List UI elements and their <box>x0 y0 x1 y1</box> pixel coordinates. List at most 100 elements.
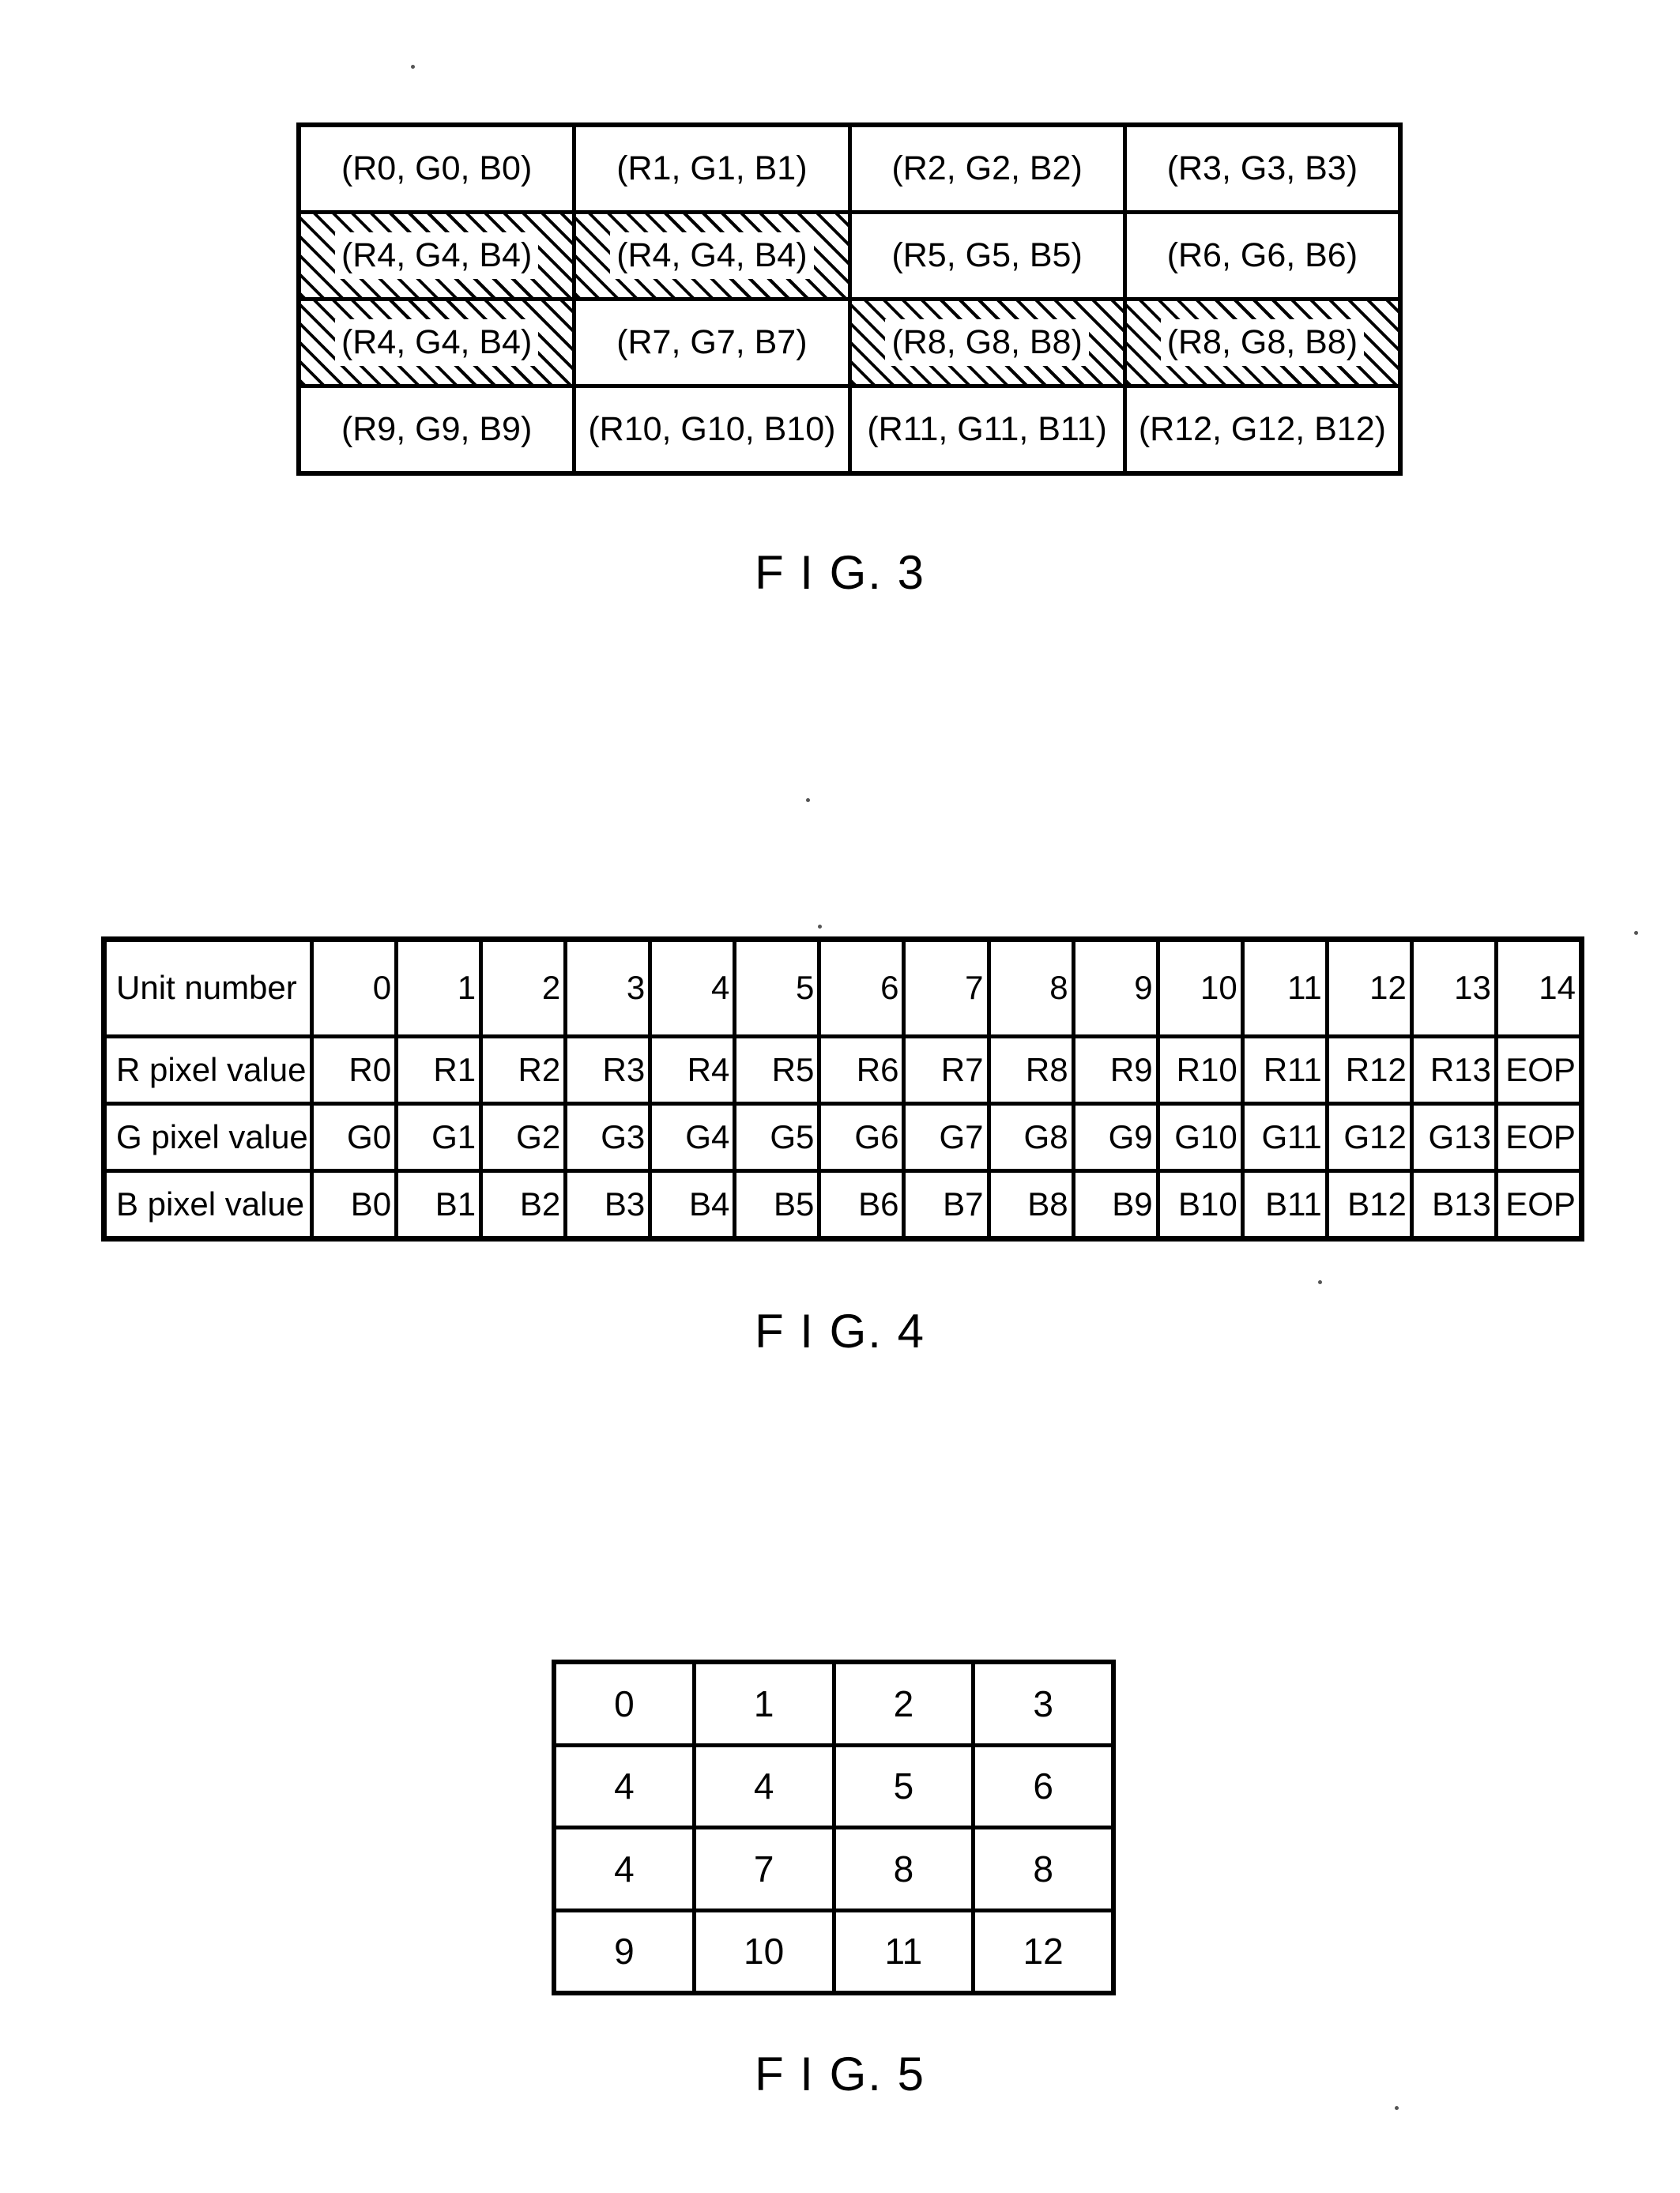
cell-text: (R4, G4, B4) <box>337 322 537 364</box>
grid-cell: (R1, G1, B1) <box>576 127 852 210</box>
table-cell: EOP <box>1505 1117 1576 1155</box>
table-cell: G6 <box>821 1105 906 1169</box>
table-cell: R4 <box>652 1038 737 1102</box>
table-cell: 10 <box>1160 942 1245 1034</box>
grid-cell: 8 <box>836 1829 976 1909</box>
scan-speck <box>1318 1280 1322 1284</box>
scan-speck <box>1395 2106 1399 2110</box>
row-label: G pixel value <box>107 1105 314 1169</box>
cell-text: (R5, G5, B5) <box>891 236 1083 274</box>
table-row-b-pixel-value: B pixel value B0 B1 B2 B3 B4 B5 B6 B7 B8… <box>107 1172 1579 1236</box>
grid-cell: (R12, G12, B12) <box>1126 388 1398 471</box>
row-label: B pixel value <box>107 1172 314 1236</box>
fig5-index-grid-table: 0 1 2 3 4 4 5 6 4 7 8 8 9 10 11 12 <box>552 1660 1116 1995</box>
table-cell: B5 <box>736 1172 822 1236</box>
grid-cell-hatched: (R8, G8, B8) <box>851 301 1127 384</box>
grid-cell: (R11, G11, B11) <box>851 388 1127 471</box>
cell-text: (R4, G4, B4) <box>337 235 537 277</box>
table-cell: B0 <box>314 1172 399 1236</box>
table-cell: 12 <box>1329 942 1414 1034</box>
table-row: (R9, G9, B9) (R10, G10, B10) (R11, G11, … <box>301 388 1398 471</box>
fig3-pixel-block-table: (R0, G0, B0) (R1, G1, B1) (R2, G2, B2) (… <box>296 122 1403 476</box>
grid-cell-hatched: (R4, G4, B4) <box>301 214 577 297</box>
table-cell: 14 <box>1539 969 1576 1007</box>
table-cell: R10 <box>1160 1038 1245 1102</box>
grid-cell: 7 <box>696 1829 836 1909</box>
grid-cell: (R6, G6, B6) <box>1126 214 1398 297</box>
table-cell: 11 <box>1245 942 1329 1034</box>
table-cell: G0 <box>314 1105 399 1169</box>
table-cell: G13 <box>1414 1105 1498 1169</box>
scan-speck <box>818 925 822 929</box>
grid-cell: (R10, G10, B10) <box>576 388 852 471</box>
table-cell: G12 <box>1329 1105 1414 1169</box>
table-cell: B12 <box>1329 1172 1414 1236</box>
grid-cell: (R7, G7, B7) <box>576 301 852 384</box>
grid-cell: 4 <box>696 1746 836 1826</box>
table-row: (R4, G4, B4) (R7, G7, B7) (R8, G8, B8) (… <box>301 301 1398 388</box>
table-cell: 4 <box>652 942 737 1034</box>
cell-text: (R12, G12, B12) <box>1138 410 1386 448</box>
cell-text: (R6, G6, B6) <box>1166 236 1358 274</box>
grid-cell: 12 <box>1023 1931 1064 1973</box>
table-cell: G4 <box>652 1105 737 1169</box>
table-cell: 13 <box>1414 942 1498 1034</box>
table-cell: G1 <box>398 1105 484 1169</box>
table-row: 4 7 8 8 <box>556 1829 1111 1912</box>
cell-text: (R10, G10, B10) <box>588 410 836 448</box>
fig4-unit-value-table: Unit number 0 1 2 3 4 5 6 7 8 9 10 11 12… <box>101 936 1584 1242</box>
cell-text: (R9, G9, B9) <box>341 410 533 448</box>
table-cell: B11 <box>1245 1172 1329 1236</box>
grid-cell: (R5, G5, B5) <box>851 214 1127 297</box>
table-cell: B2 <box>483 1172 568 1236</box>
table-cell: B7 <box>906 1172 991 1236</box>
table-row-g-pixel-value: G pixel value G0 G1 G2 G3 G4 G5 G6 G7 G8… <box>107 1105 1579 1173</box>
cell-text: (R4, G4, B4) <box>612 235 812 277</box>
table-row-unit-number: Unit number 0 1 2 3 4 5 6 7 8 9 10 11 12… <box>107 942 1579 1038</box>
table-cell: R0 <box>314 1038 399 1102</box>
grid-cell-hatched: (R4, G4, B4) <box>301 301 577 384</box>
grid-cell: (R2, G2, B2) <box>851 127 1127 210</box>
grid-cell: 3 <box>1033 1682 1053 1724</box>
table-row: (R0, G0, B0) (R1, G1, B1) (R2, G2, B2) (… <box>301 127 1398 214</box>
grid-cell: (R0, G0, B0) <box>301 127 577 210</box>
fig3-caption: F I G. 3 <box>754 546 926 599</box>
patent-figure-page: (R0, G0, B0) (R1, G1, B1) (R2, G2, B2) (… <box>0 0 1680 2193</box>
table-row: 0 1 2 3 <box>556 1664 1111 1747</box>
grid-cell: 0 <box>556 1664 696 1743</box>
cell-text: (R8, G8, B8) <box>1162 322 1362 364</box>
table-cell: R13 <box>1414 1038 1498 1102</box>
table-cell: R2 <box>483 1038 568 1102</box>
table-cell: 7 <box>906 942 991 1034</box>
cell-text: (R7, G7, B7) <box>616 323 808 361</box>
table-cell: R7 <box>906 1038 991 1102</box>
grid-cell: 10 <box>696 1912 836 1991</box>
table-cell: R11 <box>1245 1038 1329 1102</box>
table-cell: EOP <box>1505 1050 1576 1088</box>
grid-cell: 9 <box>556 1912 696 1991</box>
table-cell: 8 <box>991 942 1075 1034</box>
cell-text: (R8, G8, B8) <box>887 322 1087 364</box>
table-cell: 2 <box>483 942 568 1034</box>
grid-cell: 4 <box>556 1829 696 1909</box>
table-cell: G5 <box>736 1105 822 1169</box>
table-cell: R12 <box>1329 1038 1414 1102</box>
table-cell: G10 <box>1160 1105 1245 1169</box>
table-cell: EOP <box>1505 1185 1576 1223</box>
table-cell: B10 <box>1160 1172 1245 1236</box>
table-cell: B3 <box>567 1172 653 1236</box>
table-cell: G11 <box>1245 1105 1329 1169</box>
table-cell: R1 <box>398 1038 484 1102</box>
table-cell: 5 <box>736 942 822 1034</box>
grid-cell: 5 <box>836 1746 976 1826</box>
scan-speck <box>411 65 415 69</box>
table-cell: B9 <box>1075 1172 1160 1236</box>
grid-cell: (R3, G3, B3) <box>1126 127 1398 210</box>
table-cell: R5 <box>736 1038 822 1102</box>
grid-cell: 1 <box>696 1664 836 1743</box>
table-cell: 0 <box>314 942 399 1034</box>
table-row: 4 4 5 6 <box>556 1746 1111 1829</box>
grid-cell: 8 <box>1033 1848 1053 1890</box>
grid-cell: 4 <box>556 1746 696 1826</box>
cell-text: (R2, G2, B2) <box>891 149 1083 187</box>
